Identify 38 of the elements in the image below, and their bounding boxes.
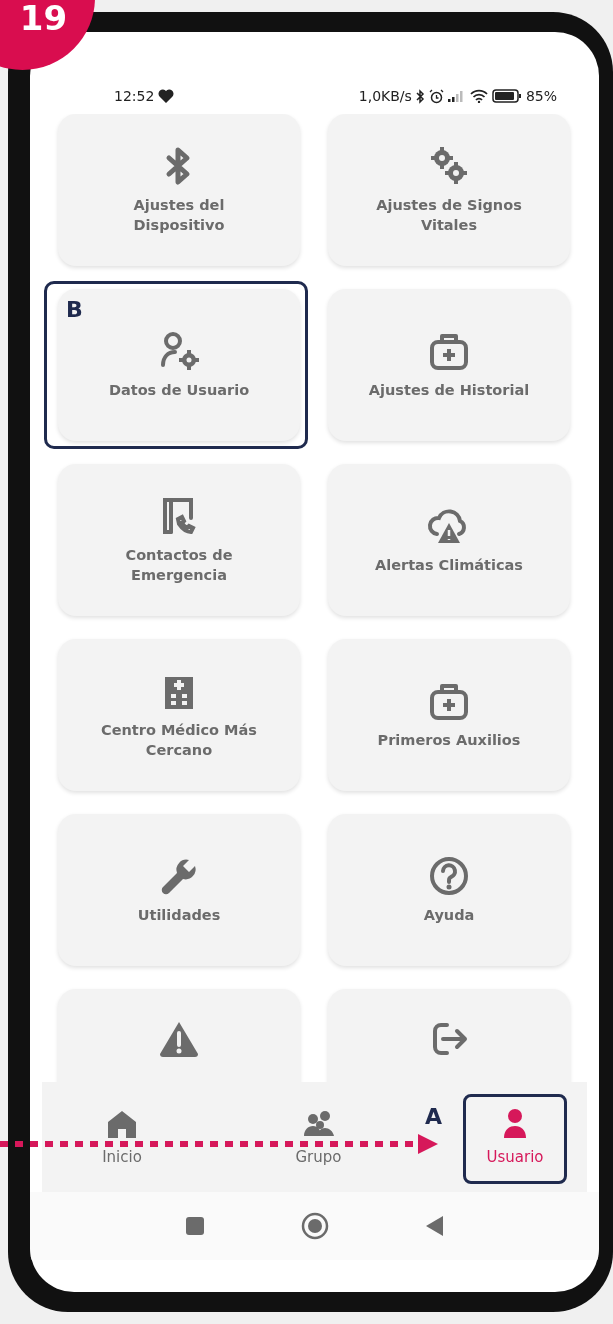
menu-card[interactable]: Alertas Climáticas (328, 464, 570, 616)
status-time: 12:52 (114, 88, 155, 104)
house-icon (105, 1108, 139, 1138)
signal-icon (447, 90, 466, 102)
battery-level: 85% (525, 88, 557, 104)
people-icon (301, 1108, 336, 1138)
home-icon[interactable] (300, 1212, 329, 1240)
card-label: Datos de Usuario (108, 381, 250, 401)
menu-card[interactable]: Contactos de Emergencia (58, 464, 300, 616)
menu-card[interactable]: Utilidades (58, 814, 300, 966)
callout-label: B (66, 297, 83, 322)
menu-card[interactable]: Ajustes de Historial (328, 289, 570, 441)
card-label: Centro Médico Más Cercano (100, 721, 258, 760)
card-label: Contactos de Emergencia (124, 546, 234, 585)
bluetooth-icon (415, 88, 425, 104)
callout-label: A (425, 1104, 443, 1129)
back-icon[interactable] (424, 1215, 445, 1237)
network-speed: 1,0KB/s (358, 88, 412, 104)
recents-icon[interactable] (184, 1216, 205, 1236)
menu-card[interactable]: Primeros Auxilios (328, 639, 570, 791)
nav-tab[interactable]: Grupo (268, 1100, 369, 1174)
nav-tab[interactable]: Usuario (465, 1100, 565, 1174)
menu-card[interactable]: Centro Médico Más Cercano (58, 639, 300, 791)
heart-icon (158, 89, 175, 103)
card-label: Ajustes de Signos Vitales (375, 196, 523, 235)
card-label: Ajustes del Dispositivo (132, 196, 226, 235)
card-label: Utilidades (137, 906, 221, 926)
alarm-icon (428, 88, 444, 104)
wifi-icon (469, 89, 488, 103)
card-label: Ayuda (423, 906, 475, 926)
menu-card[interactable]: Ayuda (328, 814, 570, 966)
card-label: Primeros Auxilios (377, 731, 521, 751)
menu-card[interactable]: Ajustes de Signos Vitales (328, 114, 570, 266)
card-label: Alertas Climáticas (375, 556, 523, 576)
menu-card[interactable]: Ajustes del Dispositivo (58, 114, 300, 266)
battery-icon (491, 89, 522, 103)
nav-tab[interactable]: Inicio (72, 1100, 172, 1174)
card-label: Ajustes de Historial (368, 381, 530, 401)
